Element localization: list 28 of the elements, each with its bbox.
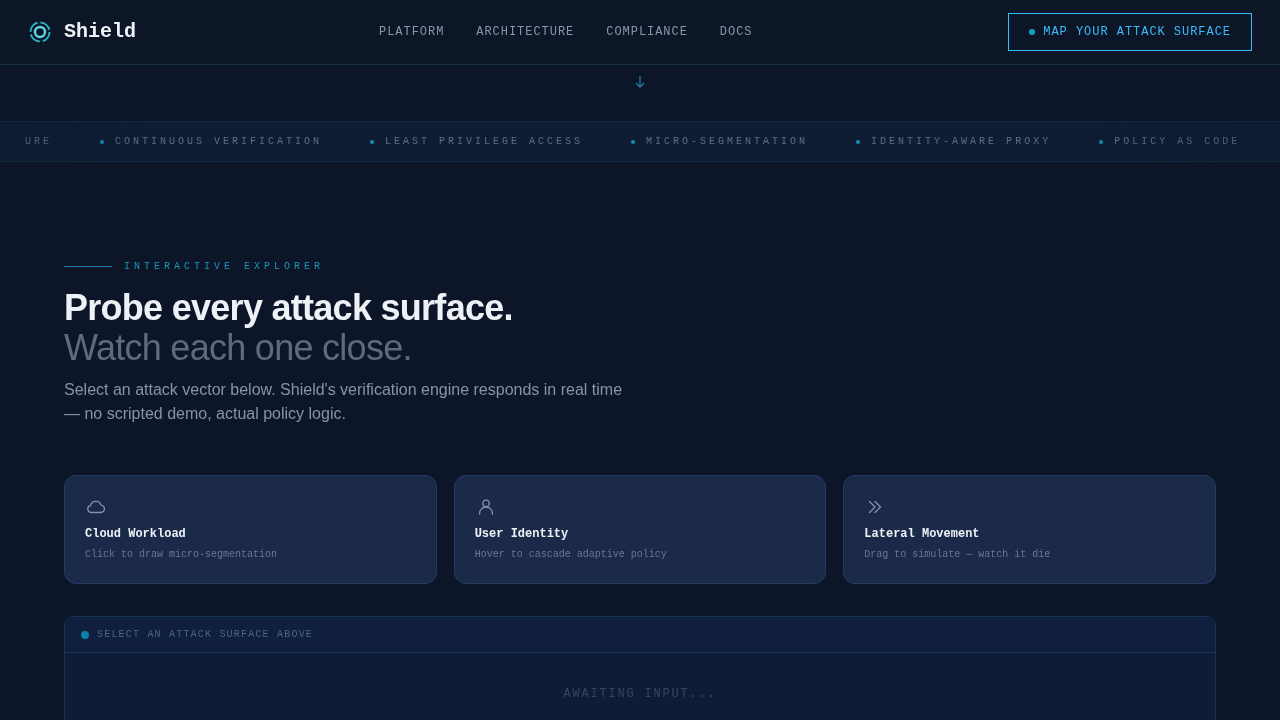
brand-name: Shield [64, 19, 136, 45]
logo-icon [28, 20, 52, 44]
attack-vector-card[interactable]: Lateral Movement Drag to simulate — watch it die [843, 475, 1216, 584]
eyebrow-label: INTERACTIVE EXPLORER [124, 260, 325, 274]
ticker-item: CONTINUOUS VERIFICATION [115, 135, 323, 149]
card-title: Lateral Movement [864, 526, 980, 543]
card-title: User Identity [474, 526, 569, 543]
card-hint: Click to draw micro-segmentation [85, 548, 278, 562]
attack-vector-card[interactable]: User Identity Hover to cascade adaptive policy [453, 475, 827, 584]
cta-button[interactable]: MAP YOUR ATTACK SURFACE [1008, 13, 1252, 51]
card-hint: Hover to cascade adaptive policy [474, 548, 667, 562]
intro-text: Select an attack vector below. Shield's verification engine responds in real time — no scripted demo, actual policy logic. [64, 380, 624, 424]
ticker-item: URE [25, 135, 52, 149]
heading: Probe every attack surface. [64, 288, 514, 328]
ticker-item: MICRO-SEGMENTATION [646, 135, 809, 149]
ticker-item: IDENTITY-AWARE PROXY [871, 135, 1052, 149]
nav-link[interactable]: ARCHITECTURE [476, 23, 575, 41]
card-hint: Drag to simulate — watch it die [864, 548, 1051, 562]
status-text: SELECT AN ATTACK SURFACE ABOVE [97, 628, 314, 642]
nav-link[interactable]: PLATFORM [379, 23, 445, 41]
nav-link[interactable]: COMPLIANCE [606, 23, 688, 41]
subheading: Watch each one close. [64, 328, 413, 368]
arrow-down-icon [634, 75, 646, 89]
nav-link[interactable]: DOCS [719, 23, 753, 41]
ticker-item: LEAST PRIVILEGE ACCESS [385, 135, 584, 149]
ticker-item: POLICY AS CODE [1114, 135, 1241, 149]
attack-vector-card[interactable]: Cloud Workload Click to draw micro-segmentation [64, 475, 437, 584]
card-title: Cloud Workload [85, 526, 186, 543]
